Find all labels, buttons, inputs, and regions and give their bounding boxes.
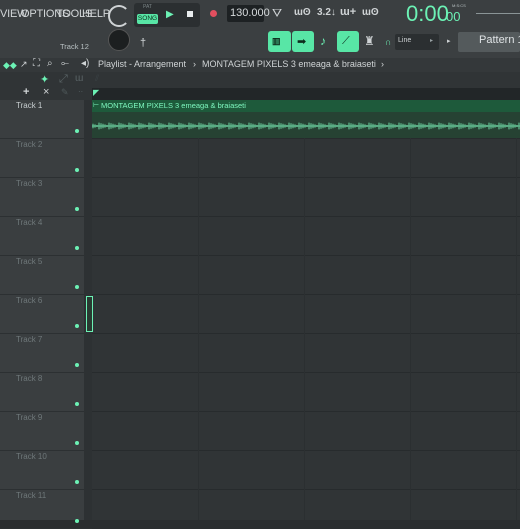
play-icon[interactable]: ▶ (166, 9, 174, 20)
breadcrumb-separator: › (193, 59, 196, 69)
clip-label: MONTAGEM PIXELS 3 emeaga & braiaseti (101, 101, 246, 110)
pattern-arrow-icon[interactable]: ▸ (447, 37, 451, 45)
snap-icon[interactable]: ✦ (40, 73, 49, 86)
track-header[interactable]: Track 6 (0, 295, 92, 334)
current-track-label: Track 12 (60, 42, 89, 51)
arrangement-grid[interactable] (92, 88, 520, 520)
main-toolbar: VIEW OPTIONS TOOLS HELP PAT SONG ▶ 130.0… (0, 0, 520, 58)
stop-icon[interactable] (187, 11, 193, 17)
track-enable-led[interactable] (75, 285, 79, 289)
track-enable-led[interactable] (75, 129, 79, 133)
track-name[interactable]: Track 9 (16, 413, 42, 422)
track-header[interactable]: Track 5 (0, 256, 92, 295)
link-icon: ⟋ (342, 35, 350, 47)
clip-menu-icon[interactable]: ⊢ (93, 101, 99, 109)
wait-record-icon[interactable]: ɯʘ (294, 7, 311, 18)
track-name[interactable]: Track 4 (16, 218, 42, 227)
breadcrumb-more-icon[interactable]: › (381, 59, 384, 69)
mode-song-button[interactable]: SONG (137, 14, 158, 24)
time-format-label: M:S:CS (452, 3, 466, 8)
track-name[interactable]: Track 11 (16, 491, 46, 500)
step-edit-icon[interactable]: ɯ+ (340, 6, 356, 18)
collapse-icon[interactable]: ⫽ (95, 73, 99, 84)
delete-track-icon[interactable]: × (43, 86, 49, 98)
track-header[interactable]: Track 2 (0, 139, 92, 178)
metronome-icon[interactable]: ⛛ (272, 6, 282, 21)
song-time-centiseconds: 00 (446, 9, 461, 24)
audio-clip-header[interactable]: ⊢ MONTAGEM PIXELS 3 emeaga & braiaseti (92, 100, 520, 112)
fit-icon[interactable]: ⛶ (33, 58, 40, 69)
loop-record-icon[interactable]: ɯʘ (362, 7, 379, 18)
speaker-icon[interactable]: ◂) (81, 58, 89, 69)
piano-roll-icon[interactable]: ♪ (320, 34, 326, 48)
pointer-icon[interactable]: ↗ (20, 59, 28, 70)
dots-icon[interactable]: ∙∙ (78, 86, 83, 96)
track-name[interactable]: Track 3 (16, 179, 42, 188)
timeline-ruler[interactable]: ◤ (92, 88, 520, 100)
track-list: Track 1 Track 2 Track 3 Track 4 Track 5 … (0, 100, 92, 529)
track-enable-led[interactable] (75, 480, 79, 484)
track-name[interactable]: Track 5 (16, 257, 42, 266)
magnet-icon[interactable]: ∩ (385, 37, 391, 47)
master-volume-knob[interactable] (108, 29, 130, 51)
snap-dropdown-icon[interactable]: ▸ (430, 37, 433, 44)
master-pitch-knob[interactable] (108, 5, 130, 27)
pattern-name: Pattern 1 (479, 34, 520, 46)
audio-waveform (92, 122, 520, 130)
track-toolstrip: + × ✎ ∙∙ (0, 86, 92, 100)
track-enable-led[interactable] (75, 207, 79, 211)
breadcrumb-project: MONTAGEM PIXELS 3 emeaga & braiaseti (202, 59, 376, 69)
track-enable-led[interactable] (75, 402, 79, 406)
playlist-icon: ▥ (272, 36, 281, 46)
track-name[interactable]: Track 7 (16, 335, 42, 344)
breadcrumb-root: Playlist - Arrangement (98, 59, 187, 69)
track-name[interactable]: Track 8 (16, 374, 42, 383)
track-header[interactable]: Track 8 (0, 373, 92, 412)
snap-value: Line (398, 37, 412, 44)
track-enable-led[interactable] (75, 168, 79, 172)
track-header[interactable]: Track 11 (0, 490, 92, 529)
pitch-icon[interactable]: † (140, 37, 146, 49)
slide-icon[interactable]: ⤢ (59, 73, 68, 86)
track-header[interactable]: Track 4 (0, 217, 92, 256)
vertical-scrollbar-handle[interactable] (86, 296, 93, 332)
track-name[interactable]: Track 10 (16, 452, 47, 461)
grid-lines (92, 88, 520, 520)
track-enable-led[interactable] (75, 324, 79, 328)
track-name[interactable]: Track 6 (16, 296, 42, 305)
track-enable-led[interactable] (75, 441, 79, 445)
countdown-icon[interactable]: 3.2↓ (317, 7, 336, 18)
arrows-icon[interactable]: ◆◆ (3, 60, 17, 71)
plugin-icon[interactable]: ♜ (364, 34, 375, 48)
playhead-marker-icon[interactable]: ◤ (93, 88, 99, 97)
record-icon[interactable] (210, 10, 217, 17)
track-enable-led[interactable] (75, 363, 79, 367)
song-time: 0:00 (406, 1, 449, 26)
stamp-icon[interactable]: ɯ (75, 73, 83, 84)
menu-help[interactable]: HELP (82, 8, 110, 20)
track-header[interactable]: Track 9 (0, 412, 92, 451)
track-header[interactable]: Track 7 (0, 334, 92, 373)
track-name[interactable]: Track 1 (16, 101, 42, 110)
zoom-icon[interactable]: ⌕ (47, 58, 53, 69)
master-output-meter (476, 13, 520, 14)
track-header[interactable]: Track 3 (0, 178, 92, 217)
track-header[interactable]: Track 1 (0, 100, 92, 139)
track-header[interactable]: Track 10 (0, 451, 92, 490)
track-enable-led[interactable] (75, 246, 79, 250)
mode-pat-label[interactable]: PAT (143, 4, 152, 10)
playlist-titlebar: ◆◆ ↗ ⛶ ⌕ ⟜ ◂) Playlist - Arrangement › M… (0, 58, 520, 72)
add-track-icon[interactable]: + (23, 86, 29, 98)
pencil-icon[interactable]: ✎ (61, 87, 69, 98)
track-name[interactable]: Track 2 (16, 140, 42, 149)
chain-icon[interactable]: ⟜ (61, 58, 69, 69)
tempo-value[interactable]: 130.000 (230, 7, 270, 19)
arrow-right-icon: ➡ (297, 36, 307, 48)
